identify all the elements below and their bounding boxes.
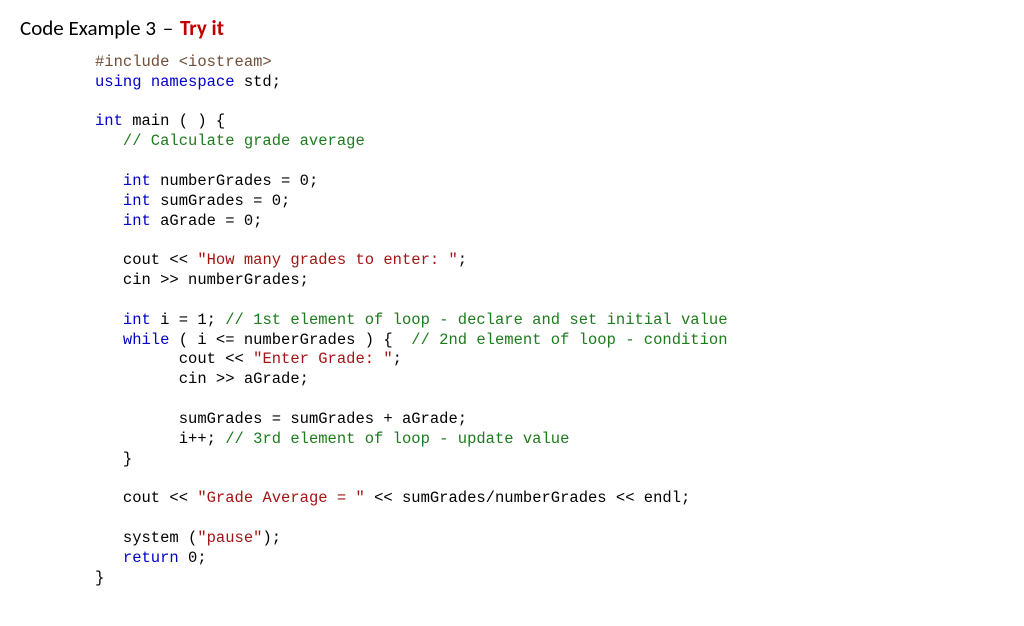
system-post: ); [262,529,281,547]
decl-numgrades: numberGrades = 0; [151,172,318,190]
kw-return: return [123,549,179,567]
system-string: "pause" [197,529,262,547]
comment-3rd: // 3rd element of loop - update value [225,430,569,448]
main-sig: main ( ) { [123,112,225,130]
cout2-pre: cout << [179,350,253,368]
preproc: #include [95,53,169,71]
kw-int: int [123,172,151,190]
i-decl: i = 1; [151,311,225,329]
ipp: i++; [179,430,226,448]
system-pre: system ( [123,529,197,547]
cin1: cin >> numberGrades; [123,271,309,289]
sum-line: sumGrades = sumGrades + aGrade; [179,410,467,428]
kw-int: int [123,212,151,230]
cout3-pre: cout << [123,489,197,507]
std-tail: std; [235,73,282,91]
kw-int: int [123,192,151,210]
return-tail: 0; [179,549,207,567]
heading-label: Code Example 3 [20,15,156,41]
while-cond: ( i <= numberGrades ) { [169,331,411,349]
cout3-post: << sumGrades/numberGrades << endl; [365,489,691,507]
heading: Code Example 3 – Try it [20,15,1004,41]
kw-while: while [123,331,170,349]
close-while: } [123,450,132,468]
cin2: cin >> aGrade; [179,370,309,388]
cout2-string: "Enter Grade: " [253,350,393,368]
cout1-post: ; [458,251,467,269]
code-block: #include <iostream> using namespace std;… [95,53,1004,588]
cout2-post: ; [393,350,402,368]
kw-namespace: namespace [142,73,235,91]
kw-using: using [95,73,142,91]
comment-1st: // 1st element of loop - declare and set… [225,311,727,329]
decl-sumgrades: sumGrades = 0; [151,192,291,210]
decl-agrade: aGrade = 0; [151,212,263,230]
cout1-string: "How many grades to enter: " [197,251,457,269]
comment-calc: // Calculate grade average [123,132,365,150]
include-target: <iostream> [169,53,271,71]
cout3-string: "Grade Average = " [197,489,364,507]
try-it-link[interactable]: Try it [180,15,224,41]
close-main: } [95,569,104,587]
cout1-pre: cout << [123,251,197,269]
comment-2nd: // 2nd element of loop - condition [411,331,727,349]
kw-int: int [123,311,151,329]
heading-dash: – [163,15,173,41]
kw-int: int [95,112,123,130]
